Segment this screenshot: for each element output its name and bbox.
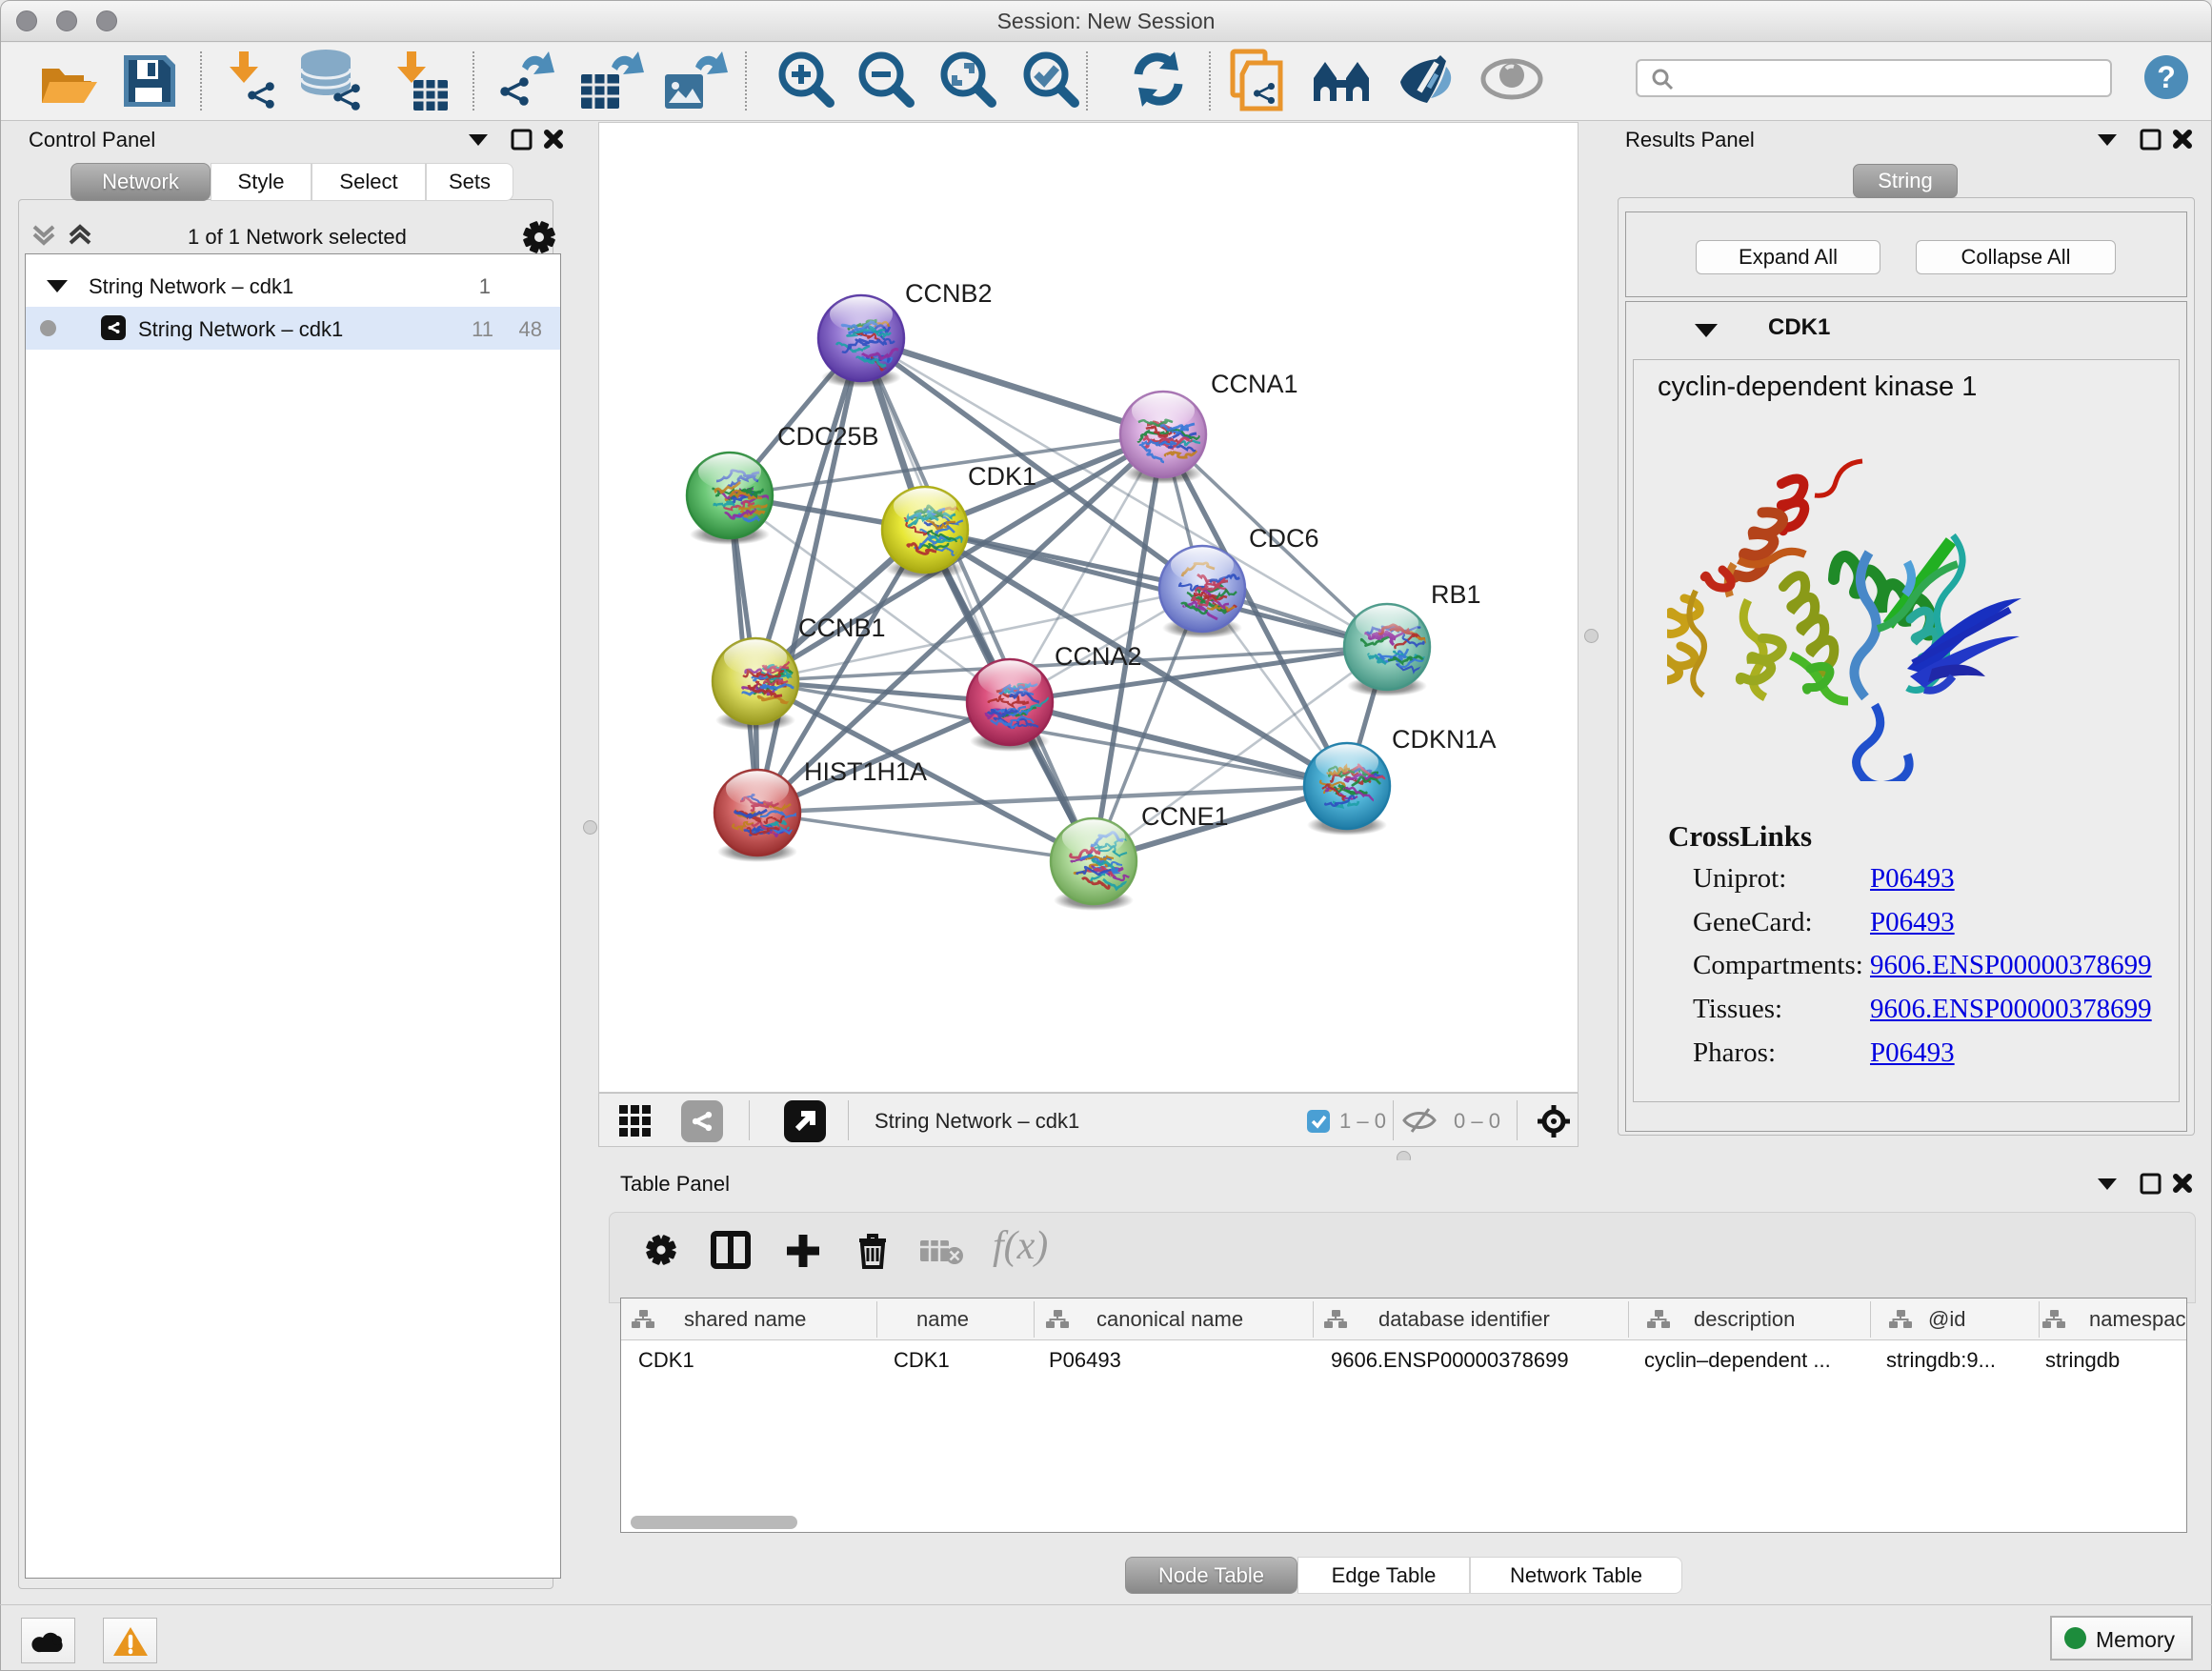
svg-text:CCNB2: CCNB2 [905,279,993,308]
svg-text:CCNA2: CCNA2 [1055,642,1142,671]
svg-text:HIST1H1A: HIST1H1A [804,757,927,786]
svg-text:CDC25B: CDC25B [777,422,879,451]
svg-text:CDK1: CDK1 [968,462,1036,491]
svg-text:CDC6: CDC6 [1249,524,1319,553]
svg-text:CDKN1A: CDKN1A [1392,725,1497,754]
svg-text:CCNB1: CCNB1 [798,614,886,642]
svg-text:CCNA1: CCNA1 [1211,370,1298,398]
svg-text:CCNE1: CCNE1 [1141,802,1229,831]
svg-text:RB1: RB1 [1431,580,1481,609]
